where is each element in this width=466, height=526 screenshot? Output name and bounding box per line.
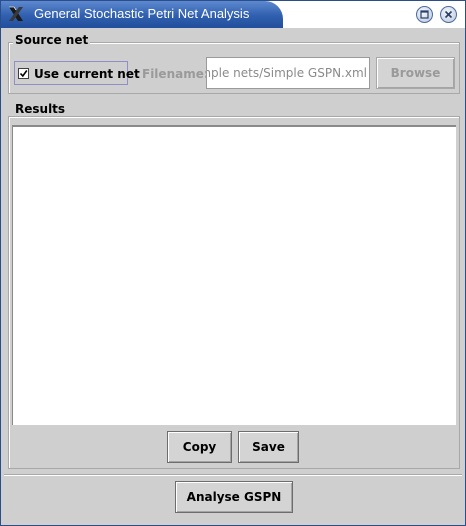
browse-button[interactable]: Browse (376, 57, 455, 89)
use-current-net-label: Use current net (34, 67, 140, 81)
use-current-net-checkbox[interactable]: Use current net (14, 61, 140, 85)
filename-value: mple nets/Simple GSPN.xml (206, 66, 367, 80)
title-bar[interactable]: General Stochastic Petri Net Analysis (1, 1, 465, 28)
checkbox-checked-icon[interactable] (18, 68, 29, 79)
source-net-legend: Source net (13, 33, 91, 47)
title-tab: General Stochastic Petri Net Analysis (1, 1, 283, 28)
maximize-icon (420, 10, 429, 19)
results-pane[interactable] (12, 125, 456, 425)
save-button[interactable]: Save (238, 431, 299, 463)
close-button[interactable] (440, 6, 457, 23)
results-legend: Results (13, 102, 68, 116)
close-icon (444, 10, 453, 19)
analyse-gspn-button[interactable]: Analyse GSPN (175, 481, 293, 513)
app-x-icon (9, 6, 23, 21)
copy-button[interactable]: Copy (167, 431, 232, 463)
gspn-analysis-window: General Stochastic Petri Net Analysis So… (0, 0, 466, 526)
footer-separator (4, 474, 462, 475)
filename-label: Filename: (142, 67, 209, 81)
window-title: General Stochastic Petri Net Analysis (34, 6, 250, 21)
maximize-button[interactable] (416, 6, 433, 23)
filename-field[interactable]: mple nets/Simple GSPN.xml (206, 57, 370, 89)
